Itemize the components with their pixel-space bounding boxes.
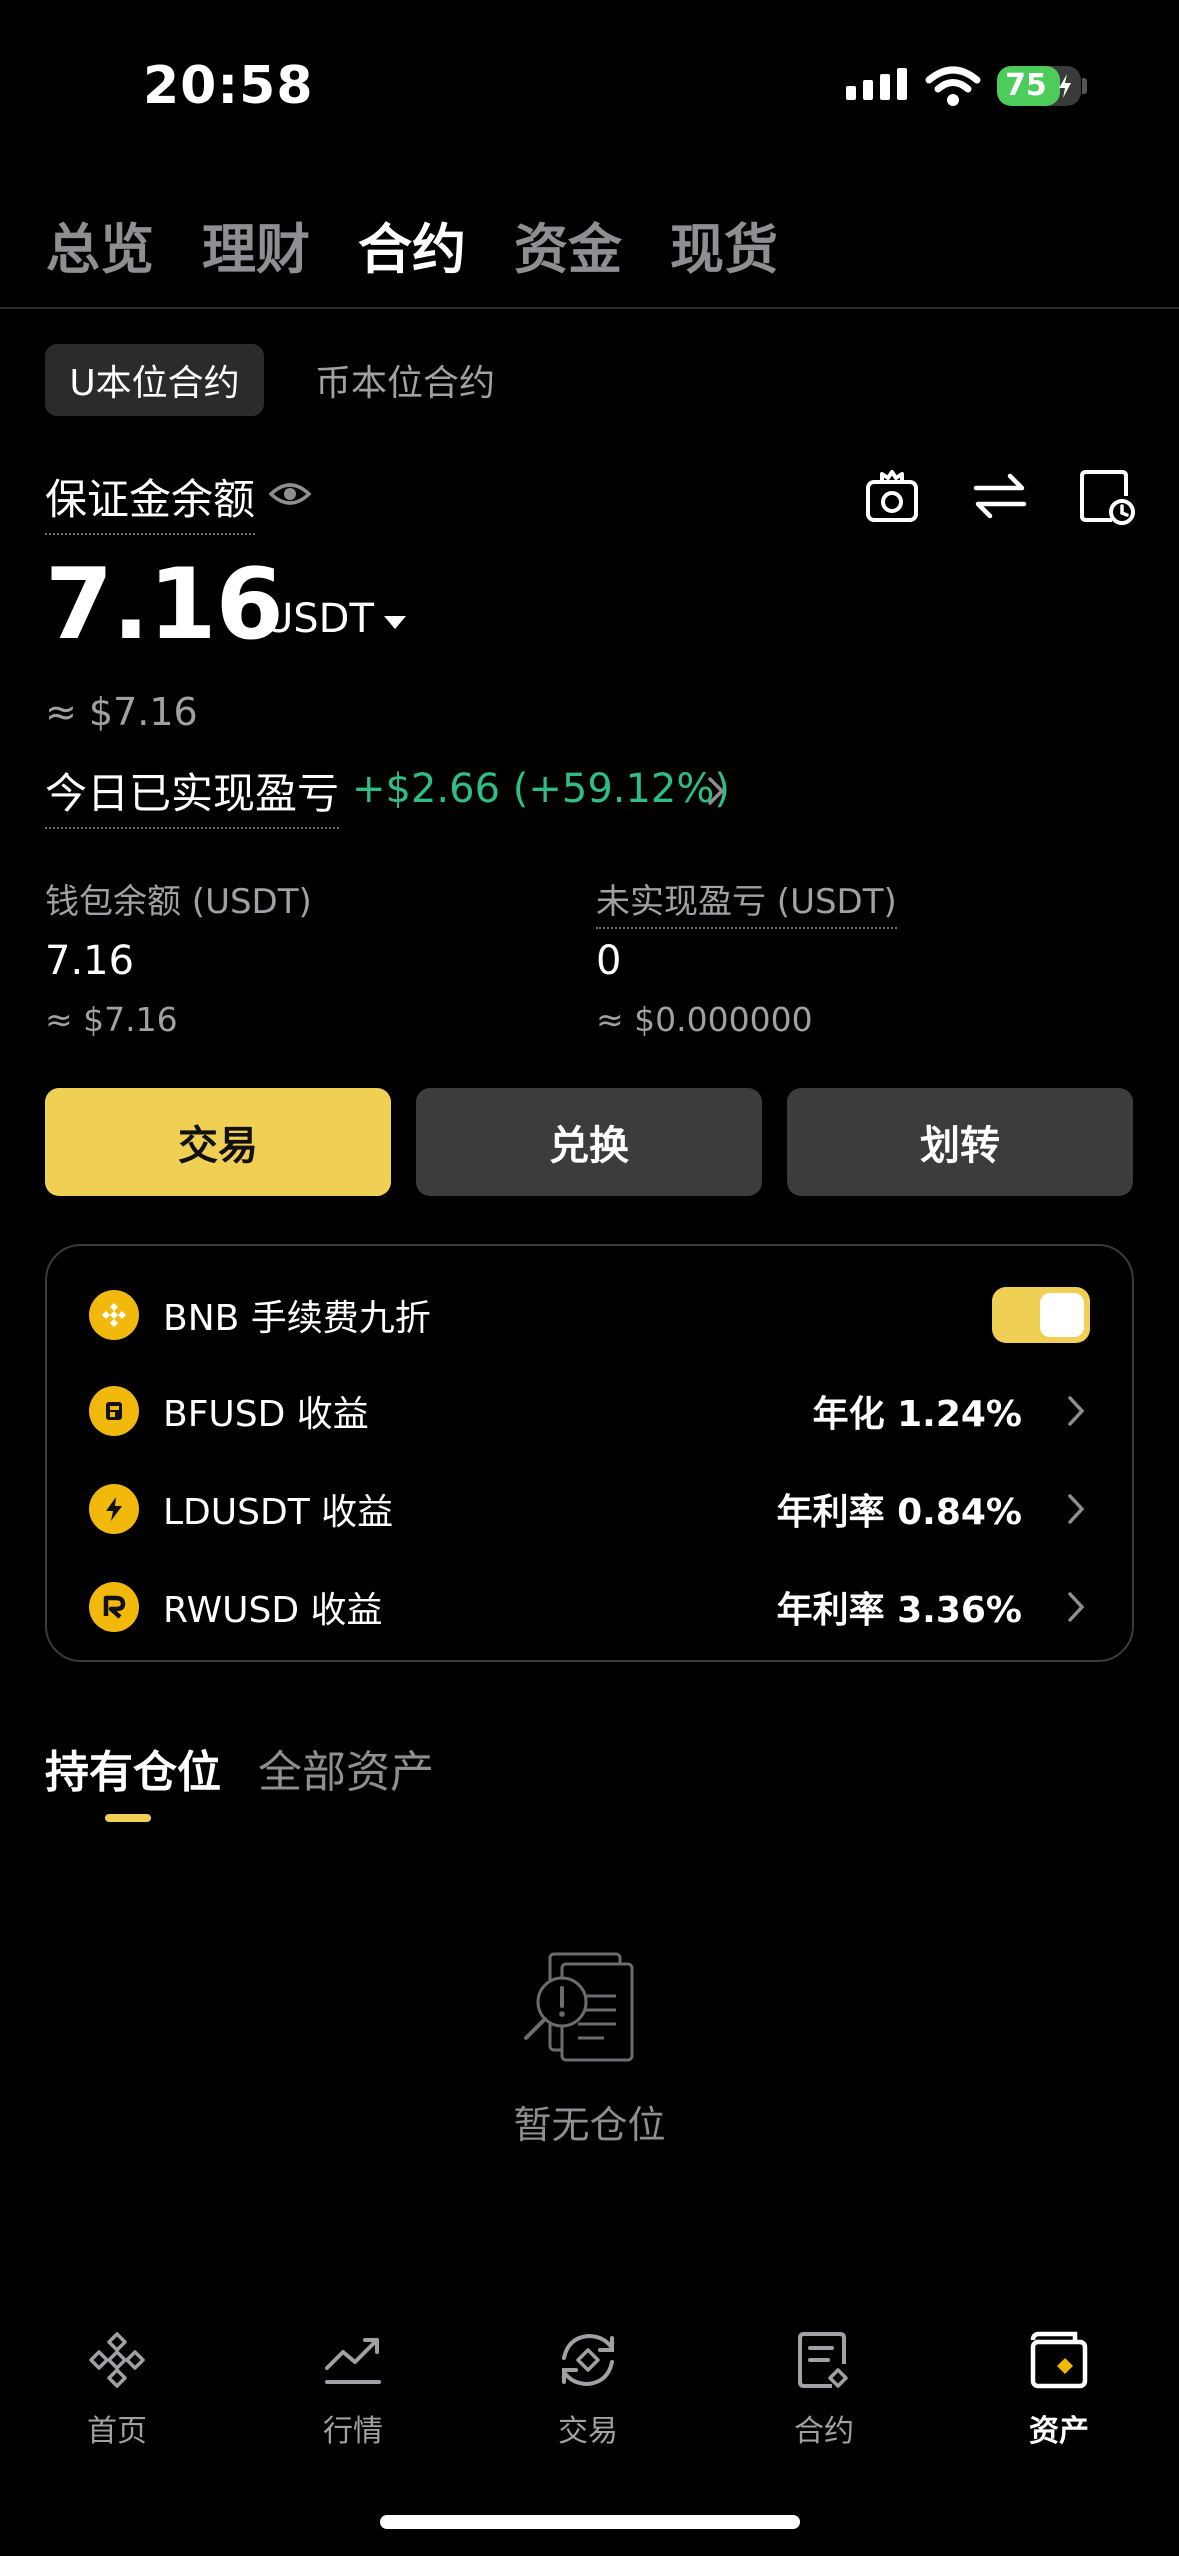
- nav-trade-label: 交易: [558, 2414, 618, 2449]
- transfer-arrows-icon[interactable]: [970, 466, 1030, 526]
- chevron-right-icon[interactable]: [706, 775, 726, 807]
- margin-balance-label[interactable]: 保证金余额: [45, 466, 256, 535]
- today-pnl-label[interactable]: 今日已实现盈亏: [45, 760, 340, 829]
- bnb-discount-row: BNB 手续费九折: [47, 1266, 1132, 1364]
- wallet-balance-value: 7.16: [45, 938, 135, 984]
- tab-coinm-futures[interactable]: 币本位合约: [300, 344, 510, 416]
- nav-assets-label: 资产: [1029, 2414, 1089, 2449]
- chevron-right-icon[interactable]: [1066, 1394, 1086, 1428]
- list-item[interactable]: BFUSD 收益 年化 1.24%: [47, 1362, 1132, 1460]
- list-item[interactable]: LDUSDT 收益 年利率 0.84%: [47, 1460, 1132, 1558]
- tab-overview[interactable]: 总览: [46, 205, 154, 284]
- ldusdt-yield-rate: 年利率 0.84%: [776, 1492, 1022, 1533]
- empty-document-icon: [524, 1952, 634, 2062]
- transfer-button[interactable]: 划转: [787, 1088, 1133, 1196]
- assets-icon: [1030, 2331, 1088, 2389]
- top-tabs: 总览 理财 合约 资金 现货: [46, 205, 778, 284]
- tab-positions[interactable]: 持有仓位: [45, 1736, 221, 1800]
- chevron-right-icon[interactable]: [1066, 1492, 1086, 1526]
- tab-all-assets[interactable]: 全部资产: [258, 1736, 434, 1800]
- battery-level: 75: [1005, 68, 1047, 103]
- margin-balance-value: 7.16: [45, 548, 284, 662]
- tab-earn[interactable]: 理财: [202, 205, 310, 284]
- caret-down-icon[interactable]: [384, 616, 406, 629]
- ldusdt-yield-label: LDUSDT 收益: [163, 1492, 394, 1533]
- markets-icon: [325, 2338, 381, 2384]
- empty-state-text: 暂无仓位: [513, 2103, 666, 2147]
- ldusdt-coin-icon: [89, 1484, 139, 1534]
- rwusd-yield-rate: 年利率 3.36%: [776, 1590, 1022, 1631]
- tab-spot[interactable]: 现货: [670, 205, 778, 284]
- bfusd-coin-icon: [89, 1386, 139, 1436]
- nav-home[interactable]: 首页: [42, 2328, 192, 2450]
- nav-trade[interactable]: 交易: [513, 2328, 663, 2450]
- home-indicator[interactable]: [380, 2515, 800, 2529]
- nav-assets[interactable]: 资产: [984, 2328, 1134, 2450]
- signal-icon: [846, 68, 907, 100]
- list-item[interactable]: RWUSD 收益 年利率 3.36%: [47, 1558, 1132, 1656]
- wifi-icon: [925, 66, 981, 106]
- bfusd-yield-label: BFUSD 收益: [163, 1394, 369, 1435]
- wallet-balance-usd: ≈ $7.16: [45, 1000, 178, 1039]
- nav-futures[interactable]: 合约: [749, 2328, 899, 2450]
- tab-futures[interactable]: 合约: [358, 205, 466, 284]
- tab-funding[interactable]: 资金: [514, 205, 622, 284]
- divider: [0, 307, 1179, 309]
- futures-icon: [798, 2332, 848, 2388]
- convert-button[interactable]: 兑换: [416, 1088, 762, 1196]
- bnb-discount-label: BNB 手续费九折: [163, 1298, 431, 1339]
- benefits-card: BNB 手续费九折 BFUSD 收益 年化 1.24% LDUSDT 收益 年利…: [45, 1244, 1134, 1662]
- nav-home-label: 首页: [87, 2414, 147, 2449]
- unrealized-pnl-value: 0: [596, 938, 622, 984]
- trade-icon: [562, 2333, 614, 2387]
- status-time: 20:58: [143, 56, 314, 116]
- nav-markets[interactable]: 行情: [278, 2328, 428, 2450]
- chevron-right-icon[interactable]: [1066, 1590, 1086, 1624]
- trade-button[interactable]: 交易: [45, 1088, 391, 1196]
- unrealized-pnl-label[interactable]: 未实现盈亏 (USDT): [596, 874, 897, 929]
- eye-icon[interactable]: [268, 478, 312, 510]
- margin-balance-usd: ≈ $7.16: [45, 690, 198, 734]
- bnb-discount-toggle[interactable]: [992, 1287, 1090, 1343]
- gift-camera-icon[interactable]: [862, 466, 922, 526]
- battery-cap: [1082, 78, 1087, 94]
- rwusd-yield-label: RWUSD 收益: [163, 1590, 383, 1631]
- bnb-coin-icon: [89, 1290, 139, 1340]
- unrealized-pnl-usd: ≈ $0.000000: [596, 1000, 813, 1039]
- currency-unit-selector[interactable]: USDT: [264, 596, 374, 642]
- nav-markets-label: 行情: [323, 2414, 383, 2449]
- home-icon: [89, 2332, 145, 2388]
- today-pnl-value[interactable]: +$2.66 (+59.12%): [352, 766, 730, 812]
- nav-futures-label: 合约: [794, 2414, 854, 2449]
- tab-usdm-futures[interactable]: U本位合约: [45, 344, 264, 416]
- wallet-balance-label: 钱包余额 (USDT): [45, 882, 312, 922]
- rwusd-coin-icon: [89, 1582, 139, 1632]
- bfusd-yield-rate: 年化 1.24%: [812, 1394, 1022, 1435]
- battery-icon: 75: [997, 66, 1081, 106]
- active-tab-indicator: [105, 1814, 151, 1822]
- history-record-icon[interactable]: [1076, 466, 1136, 526]
